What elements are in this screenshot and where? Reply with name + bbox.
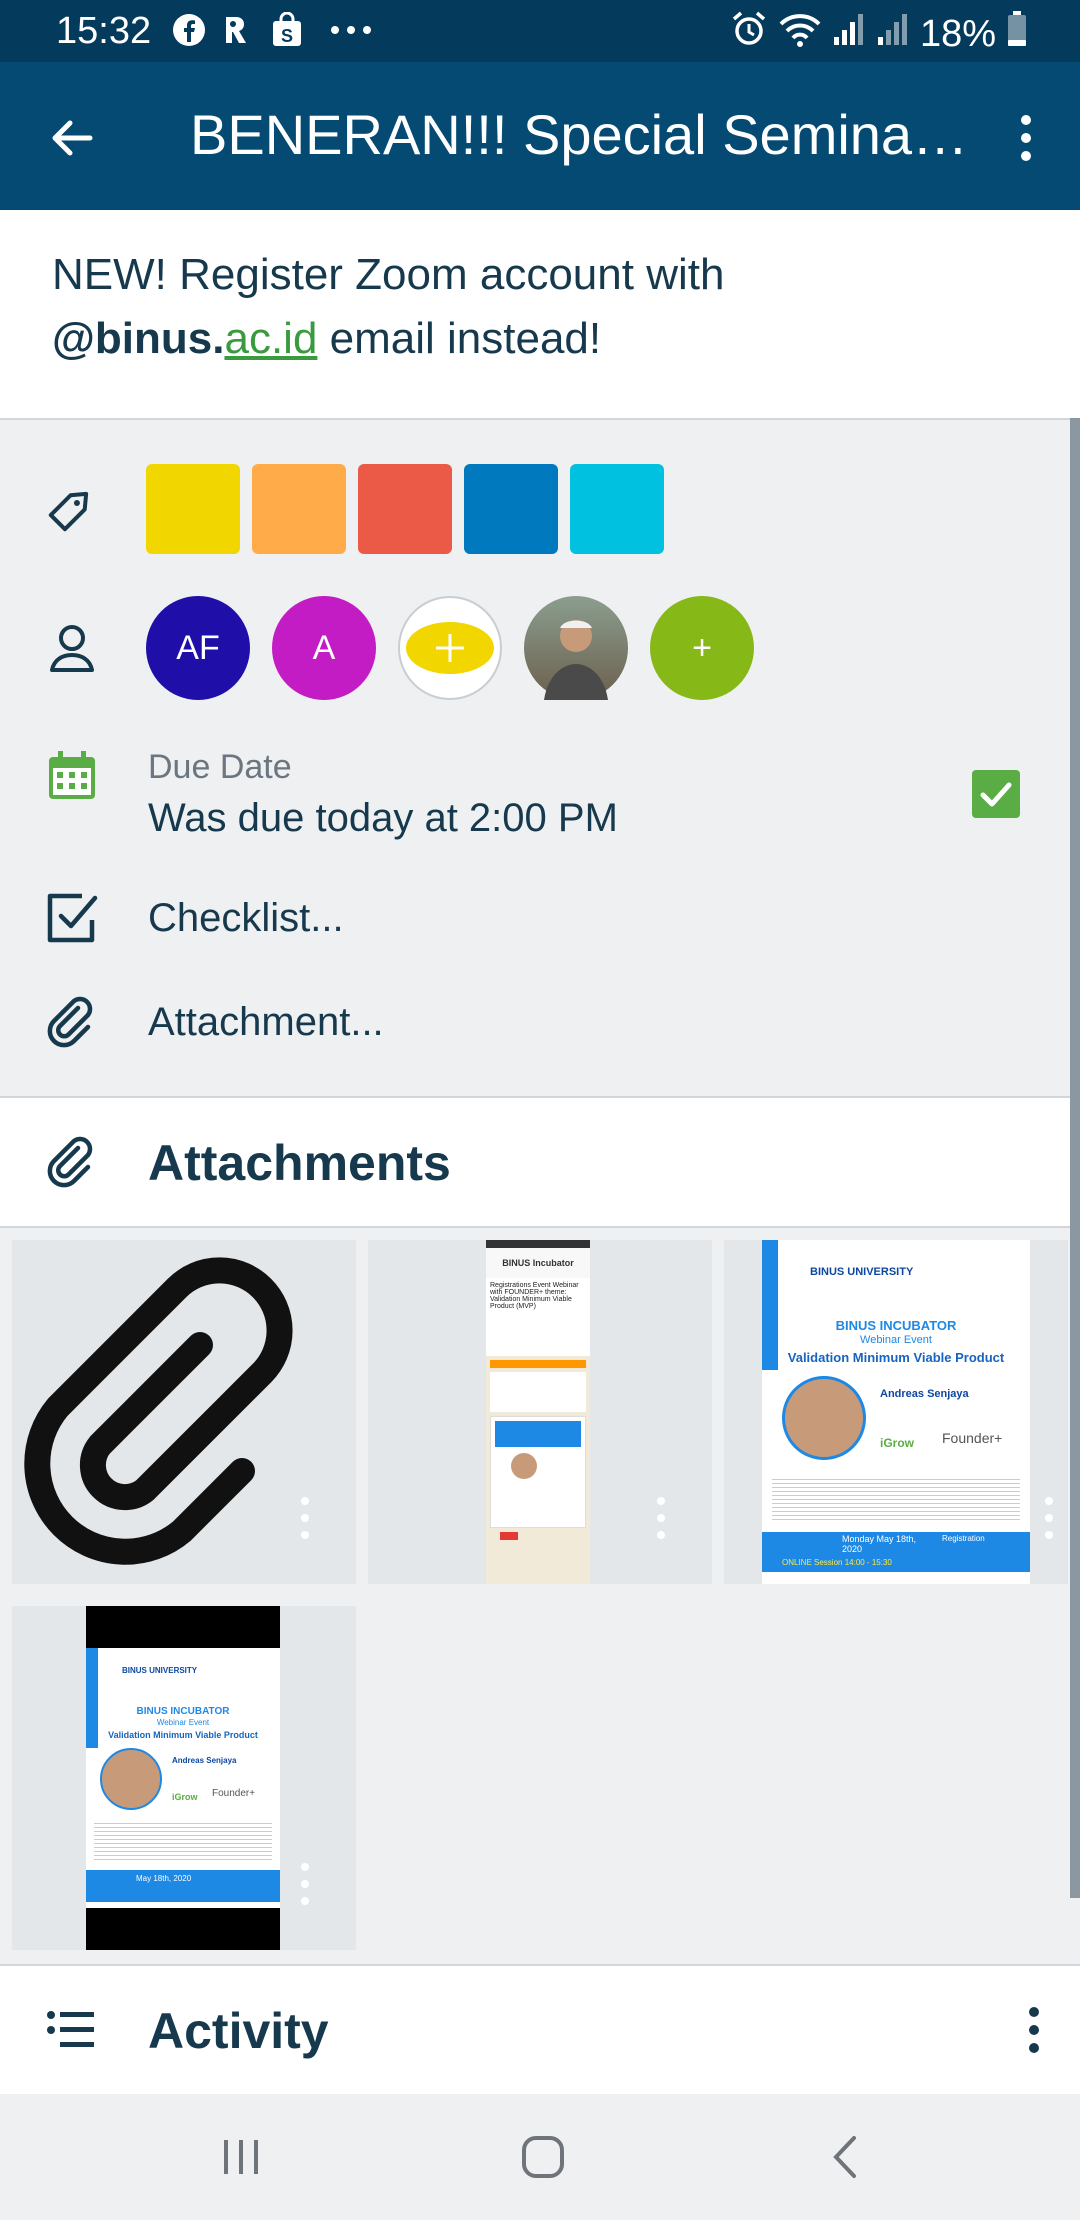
activity-header: Activity: [0, 1964, 1080, 2096]
home-icon[interactable]: [520, 2134, 566, 2185]
description-line-1: NEW! Register Zoom account with: [52, 250, 725, 299]
attachment-thumb-poster[interactable]: BINUS UNIVERSITY BINUS INCUBATOR Webinar…: [724, 1240, 1068, 1584]
poster-2-date: May 18th, 2020: [136, 1874, 192, 1883]
system-nav-bar: [0, 2094, 1080, 2220]
poster-preview-2: BINUS UNIVERSITY BINUS INCUBATOR Webinar…: [86, 1606, 280, 1950]
attachments-title: Attachments: [148, 1135, 451, 1191]
poster-2-logo-igrow: iGrow: [172, 1792, 198, 1802]
signal-icon: [832, 11, 866, 57]
poster-topic: Validation Minimum Viable Product: [787, 1350, 1005, 1365]
facebook-icon: [172, 12, 206, 48]
speaker-photo: [782, 1376, 866, 1460]
due-date-value[interactable]: Was due today at 2:00 PM: [148, 796, 618, 841]
checkbox-checked-icon[interactable]: [972, 770, 1020, 818]
description-email-prefix: @binus.: [52, 314, 225, 363]
card-title: BENERAN!!! Special Seminar...: [190, 103, 970, 166]
activity-title: Activity: [148, 2003, 329, 2059]
poster-subtitle: Webinar Event: [860, 1334, 932, 1346]
smile-icon: [406, 622, 494, 674]
status-time: 15:32: [56, 10, 152, 52]
person-photo-icon: [544, 620, 608, 700]
signal-icon-2: [876, 11, 910, 57]
calendar-icon: [44, 748, 100, 804]
member-avatar-photo[interactable]: [524, 596, 628, 700]
battery-text: 18%: [919, 12, 996, 55]
poster-brand: BINUS UNIVERSITY: [810, 1266, 914, 1278]
more-vert-icon[interactable]: [1006, 110, 1046, 166]
poster-event: BINUS INCUBATOR: [835, 1318, 957, 1333]
app-icon: [220, 12, 254, 48]
card-description[interactable]: NEW! Register Zoom account with @binus.a…: [0, 210, 1080, 420]
member-avatar-af[interactable]: AF: [146, 596, 250, 700]
label-blue[interactable]: [464, 464, 558, 554]
back-icon[interactable]: [830, 2134, 860, 2185]
more-vert-icon[interactable]: [300, 1862, 310, 1906]
more-vert-icon[interactable]: [300, 1496, 310, 1540]
attachment-thumb-poster-2[interactable]: BINUS UNIVERSITY BINUS INCUBATOR Webinar…: [12, 1606, 356, 1950]
status-bar: 15:32 S 18%: [0, 0, 1080, 62]
screenshot-preview: BINUS Incubator Registrations Event Webi…: [486, 1240, 590, 1584]
system-tray: 18%: [730, 10, 1028, 58]
recents-icon[interactable]: [220, 2136, 262, 2183]
description-rest: email instead!: [317, 314, 602, 363]
poster-2-logo-founder: Founder+: [212, 1788, 256, 1799]
wifi-icon: [778, 10, 822, 58]
attachments-header: Attachments: [0, 1096, 1080, 1228]
attachment-thumb-link[interactable]: [12, 1240, 356, 1584]
more-vert-icon[interactable]: [1044, 1496, 1054, 1540]
person-icon: [44, 620, 100, 676]
add-attachment-button[interactable]: Attachment...: [148, 1000, 384, 1045]
attachment-icon: [44, 1134, 100, 1190]
more-notifications-icon: [330, 12, 372, 48]
poster-logo-founder: Founder+: [942, 1430, 1003, 1446]
attachment-thumb-screenshot[interactable]: BINUS Incubator Registrations Event Webi…: [368, 1240, 712, 1584]
checklist-icon: [44, 890, 100, 946]
poster-session: ONLINE Session 14:00 - 15:30: [782, 1558, 892, 1567]
label-orange[interactable]: [252, 464, 346, 554]
label-yellow[interactable]: [146, 464, 240, 554]
poster-2-topic: Validation Minimum Viable Product: [108, 1730, 258, 1740]
add-member-button[interactable]: +: [650, 596, 754, 700]
member-avatar-emoji[interactable]: [398, 596, 502, 700]
due-date-label: Due Date: [148, 748, 292, 786]
checklist-button[interactable]: Checklist...: [148, 896, 344, 941]
poster-2-event: BINUS INCUBATOR: [136, 1706, 230, 1717]
poster-2-subtitle: Webinar Event: [156, 1718, 210, 1727]
poster-date: Monday May 18th, 2020: [842, 1534, 917, 1554]
more-vert-icon[interactable]: [1026, 2006, 1042, 2054]
poster-preview: BINUS UNIVERSITY BINUS INCUBATOR Webinar…: [762, 1240, 1030, 1584]
poster-speaker: Andreas Senjaya: [880, 1388, 969, 1400]
shop-icon: S: [270, 12, 304, 48]
alarm-icon: [730, 10, 768, 58]
speaker-photo-2: [100, 1748, 162, 1810]
screenshot-heading: Registrations Event Webinar with FOUNDER…: [486, 1278, 590, 1356]
member-avatar-a[interactable]: A: [272, 596, 376, 700]
poster-registration: Registration: [942, 1534, 985, 1543]
poster-2-brand: BINUS UNIVERSITY: [122, 1666, 198, 1675]
label-red[interactable]: [358, 464, 452, 554]
poster-2-speaker: Andreas Senjaya: [172, 1756, 237, 1765]
poster-logo-igrow: iGrow: [880, 1436, 915, 1450]
app-bar: BENERAN!!! Special Seminar...: [0, 62, 1080, 210]
more-vert-icon[interactable]: [656, 1496, 666, 1540]
attachment-icon: [44, 994, 100, 1050]
description-line-2: @binus.ac.id email instead!: [52, 314, 601, 364]
description-link[interactable]: ac.id: [224, 314, 317, 363]
label-tag-icon: [44, 480, 100, 536]
label-sky[interactable]: [570, 464, 664, 554]
svg-text:S: S: [281, 26, 293, 46]
scrollbar[interactable]: [1070, 418, 1080, 1898]
screenshot-header: BINUS Incubator: [486, 1248, 590, 1278]
battery-icon: [1006, 10, 1028, 58]
activity-list-icon: [44, 2002, 100, 2058]
arrow-back-icon[interactable]: [44, 110, 100, 166]
